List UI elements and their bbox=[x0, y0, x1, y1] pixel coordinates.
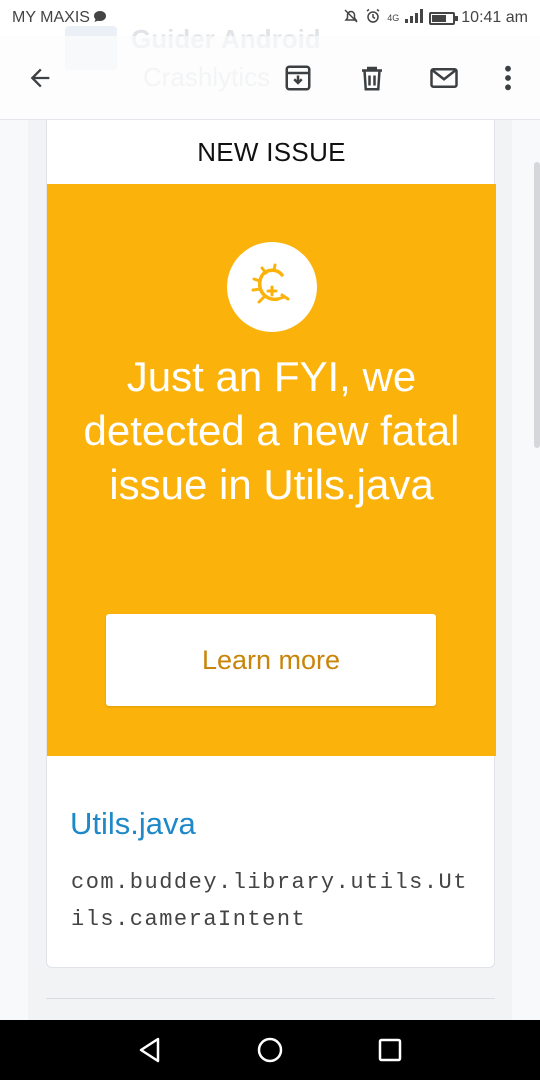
signal-icon bbox=[405, 8, 424, 28]
alert-banner: Just an FYI, we detected a new fatal iss… bbox=[47, 184, 496, 756]
carrier-label: MY MAXIS bbox=[12, 9, 90, 26]
archive-icon bbox=[285, 65, 311, 91]
crashlytics-alert-card: NEW ISSUE Just an FYI, we detected a new… bbox=[46, 120, 496, 968]
status-right: 4G 10:41 am bbox=[343, 8, 528, 29]
more-options-button[interactable] bbox=[486, 56, 530, 100]
nav-home-button[interactable] bbox=[254, 1034, 286, 1066]
nav-back-button[interactable] bbox=[134, 1034, 166, 1066]
chat-bubble-icon bbox=[92, 9, 108, 28]
network-type-label: 4G bbox=[387, 12, 400, 23]
alert-message: Just an FYI, we detected a new fatal iss… bbox=[83, 353, 460, 508]
delete-button[interactable] bbox=[350, 56, 394, 100]
mute-icon bbox=[343, 8, 359, 29]
issue-file-link[interactable]: Utils.java bbox=[70, 806, 196, 842]
more-vert-icon bbox=[505, 65, 511, 91]
alarm-icon bbox=[365, 8, 381, 29]
crashlytics-bug-icon bbox=[251, 263, 290, 304]
email-toolbar bbox=[0, 36, 540, 120]
issue-method-signature: com.buddey.library.utils.Utils.cameraInt… bbox=[71, 870, 468, 932]
nav-back-icon bbox=[139, 1037, 160, 1063]
status-left: MY MAXIS bbox=[12, 9, 108, 28]
back-arrow-icon bbox=[30, 68, 50, 88]
back-button[interactable] bbox=[18, 56, 62, 100]
archive-button[interactable] bbox=[276, 56, 320, 100]
android-nav-bar bbox=[0, 1020, 540, 1080]
scrollbar[interactable] bbox=[534, 162, 540, 448]
mail-icon bbox=[430, 68, 458, 88]
mark-unread-button[interactable] bbox=[422, 56, 466, 100]
crashlytics-logo bbox=[227, 242, 317, 332]
nav-recent-button[interactable] bbox=[374, 1034, 406, 1066]
nav-home-icon bbox=[257, 1037, 283, 1063]
clock-label: 10:41 am bbox=[461, 9, 528, 26]
status-bar: MY MAXIS 4G 10:41 am bbox=[0, 0, 540, 36]
section-divider bbox=[46, 998, 495, 999]
learn-more-button[interactable]: Learn more bbox=[106, 614, 436, 706]
card-header-title: NEW ISSUE bbox=[197, 136, 346, 167]
nav-recent-icon bbox=[378, 1038, 402, 1062]
battery-icon bbox=[429, 11, 459, 25]
delete-icon bbox=[362, 66, 382, 91]
